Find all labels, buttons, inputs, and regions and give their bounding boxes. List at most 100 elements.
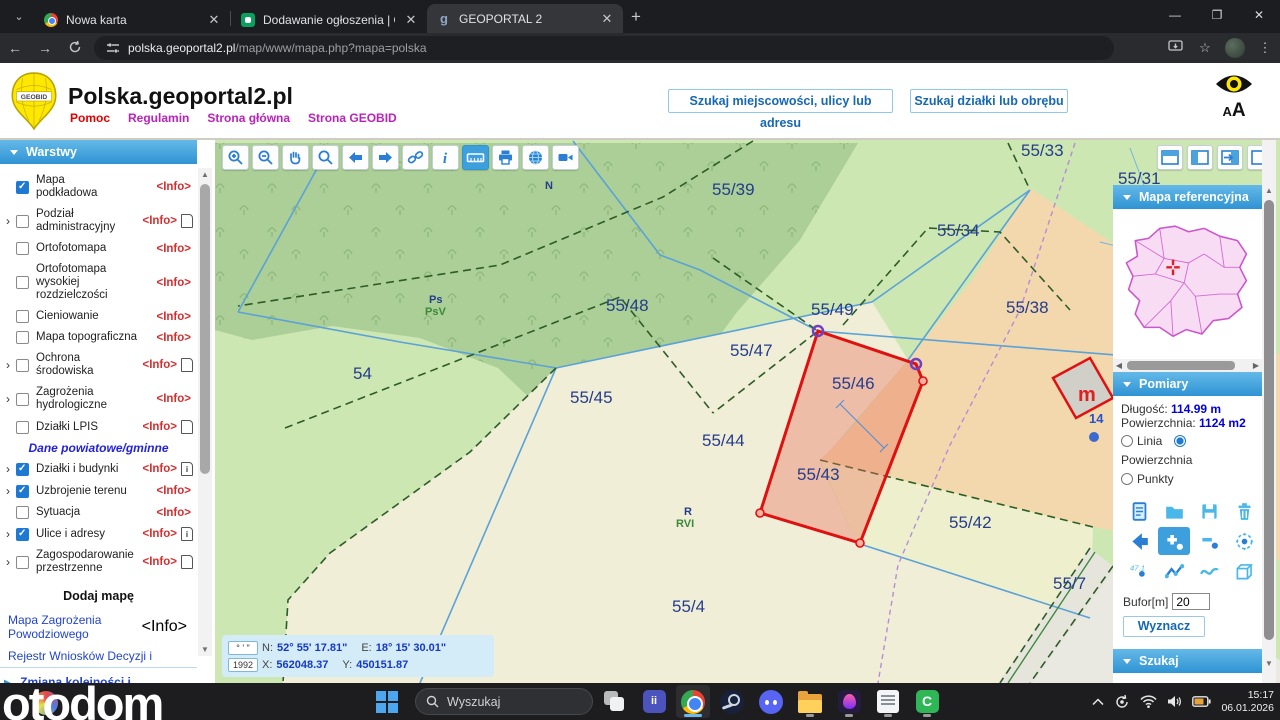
- close-button[interactable]: ✕: [1238, 0, 1280, 30]
- next-view-icon[interactable]: [372, 145, 399, 170]
- layer-checkbox[interactable]: [16, 331, 29, 344]
- taskbar-clock[interactable]: 15:17 06.01.2026: [1221, 689, 1274, 715]
- teams-button[interactable]: ii: [637, 685, 671, 718]
- measurement-vertex[interactable]: [755, 508, 765, 518]
- nav-strona-geobid[interactable]: Strona GEOBID: [308, 111, 397, 125]
- layer-info-link[interactable]: <Info>: [142, 359, 177, 371]
- tab-nowa-karta[interactable]: Nowa karta ✕: [34, 7, 230, 33]
- layer-checkbox[interactable]: [16, 310, 29, 323]
- layer-checkbox[interactable]: [16, 506, 29, 519]
- move-point-icon[interactable]: [1228, 527, 1260, 555]
- start-button[interactable]: [370, 685, 404, 718]
- legend-doc-icon[interactable]: [181, 420, 193, 434]
- back-icon[interactable]: ←: [0, 40, 30, 56]
- layer-info-link[interactable]: <Info>: [156, 507, 191, 519]
- delete-trash-icon[interactable]: [1228, 497, 1260, 525]
- globe-icon[interactable]: [522, 145, 549, 170]
- legend-doc-icon[interactable]: [181, 214, 193, 228]
- sync-account-icon[interactable]: [1114, 694, 1130, 710]
- geobid-logo[interactable]: GEOBID: [10, 71, 58, 136]
- nav-pomoc[interactable]: Pomoc: [70, 111, 110, 125]
- expand-icon[interactable]: ›: [0, 214, 16, 228]
- taskbar-search[interactable]: Wyszukaj: [415, 688, 593, 715]
- restore-button[interactable]: ❐: [1196, 0, 1238, 30]
- layout-top-icon[interactable]: [1157, 145, 1183, 170]
- purple-app-button[interactable]: [832, 685, 866, 718]
- layer-info-link[interactable]: <Info>: [156, 393, 191, 405]
- layer-info-link[interactable]: <Info>: [156, 311, 191, 323]
- steam-button[interactable]: [715, 685, 749, 718]
- remove-point-icon[interactable]: [1193, 527, 1225, 555]
- layer-info-link[interactable]: <Info>: [142, 463, 177, 475]
- layer-checkbox[interactable]: [16, 392, 29, 406]
- legend-doc-icon[interactable]: [181, 555, 193, 569]
- tab-close-icon[interactable]: ✕: [206, 12, 222, 28]
- layer-checkbox[interactable]: [16, 484, 29, 498]
- url-field[interactable]: polska.geoportal2.pl/map/www/mapa.php?ma…: [94, 36, 1114, 60]
- legend-info-doc-icon[interactable]: i: [181, 462, 193, 476]
- tab-geoportal[interactable]: g GEOPORTAL 2 ✕: [427, 4, 623, 33]
- layer-checkbox[interactable]: [16, 420, 29, 434]
- search-header[interactable]: Szukaj: [1113, 649, 1262, 673]
- cube-3d-icon[interactable]: [1228, 557, 1260, 585]
- point-label-icon[interactable]: 47.1: [1123, 557, 1155, 585]
- file-explorer-button[interactable]: [793, 685, 827, 718]
- nav-strona-glowna[interactable]: Strona główna: [207, 111, 290, 125]
- info-icon[interactable]: i: [432, 145, 459, 170]
- undo-point-icon[interactable]: [1123, 527, 1155, 555]
- zoom-window-icon[interactable]: [312, 145, 339, 170]
- scroll-up-icon[interactable]: ▲: [198, 168, 212, 181]
- layer-checkbox[interactable]: [16, 527, 29, 541]
- expand-icon[interactable]: ›: [0, 527, 16, 541]
- tab-close-icon[interactable]: ✕: [403, 12, 419, 28]
- layer-info-link[interactable]: <Info>: [156, 332, 191, 344]
- curve-icon[interactable]: [1193, 557, 1225, 585]
- save-icon[interactable]: [1193, 497, 1225, 525]
- previous-view-icon[interactable]: [342, 145, 369, 170]
- layer-checkbox[interactable]: [16, 276, 29, 289]
- legend-doc-icon[interactable]: [181, 358, 193, 372]
- minimize-button[interactable]: —: [1154, 0, 1196, 30]
- sidebar-scrollbar[interactable]: ▲ ▼: [198, 168, 212, 656]
- pan-hand-icon[interactable]: [282, 145, 309, 170]
- layer-info-link[interactable]: <Info>: [156, 277, 191, 289]
- contrast-eye-icon[interactable]: [1214, 71, 1254, 97]
- scroll-up-icon[interactable]: ▲: [1262, 184, 1276, 197]
- tray-expand-icon[interactable]: [1092, 697, 1104, 706]
- reference-map[interactable]: [1113, 209, 1262, 359]
- measurement-vertex[interactable]: [855, 538, 865, 548]
- flood-map-info-link[interactable]: <Info>: [142, 618, 187, 636]
- layers-header[interactable]: Warstwy: [0, 140, 197, 164]
- open-folder-icon[interactable]: [1158, 497, 1190, 525]
- bookmark-star-icon[interactable]: ☆: [1190, 40, 1220, 56]
- expand-icon[interactable]: ›: [0, 358, 16, 372]
- measurements-header[interactable]: Pomiary: [1113, 372, 1262, 396]
- buffer-input[interactable]: [1172, 593, 1211, 610]
- expand-icon[interactable]: ›: [0, 555, 16, 569]
- register-link[interactable]: Rejestr Wniosków Decyzji i: [8, 649, 152, 663]
- radio-punkty[interactable]: Punkty: [1121, 472, 1174, 486]
- profile-avatar[interactable]: [1225, 38, 1245, 58]
- layer-info-link[interactable]: <Info>: [142, 556, 177, 568]
- layer-checkbox[interactable]: [16, 180, 29, 194]
- layer-checkbox[interactable]: [16, 214, 29, 228]
- search-address-button[interactable]: Szukaj miejscowości, ulicy lub adresu: [668, 89, 893, 130]
- reload-icon[interactable]: [60, 40, 90, 57]
- layout-left-icon[interactable]: [1187, 145, 1213, 170]
- layer-checkbox[interactable]: [16, 462, 29, 476]
- layer-info-link[interactable]: <Info>: [156, 243, 191, 255]
- chrome-button[interactable]: [676, 685, 710, 718]
- layer-checkbox[interactable]: [16, 242, 29, 255]
- tab-close-icon[interactable]: ✕: [599, 11, 615, 27]
- wifi-icon[interactable]: [1140, 695, 1157, 708]
- expand-icon[interactable]: ›: [0, 462, 16, 476]
- scrollbar-thumb[interactable]: [1264, 200, 1274, 640]
- install-app-icon[interactable]: [1160, 40, 1190, 56]
- c-app-button[interactable]: C: [910, 685, 944, 718]
- reference-map-header[interactable]: Mapa referencyjna: [1113, 185, 1262, 209]
- expand-icon[interactable]: ›: [0, 392, 16, 406]
- discord-button[interactable]: [754, 685, 788, 718]
- layout-move-panel-icon[interactable]: [1217, 145, 1243, 170]
- scroll-right-icon[interactable]: ▶: [1250, 359, 1262, 372]
- measurement-vertex[interactable]: [918, 376, 928, 386]
